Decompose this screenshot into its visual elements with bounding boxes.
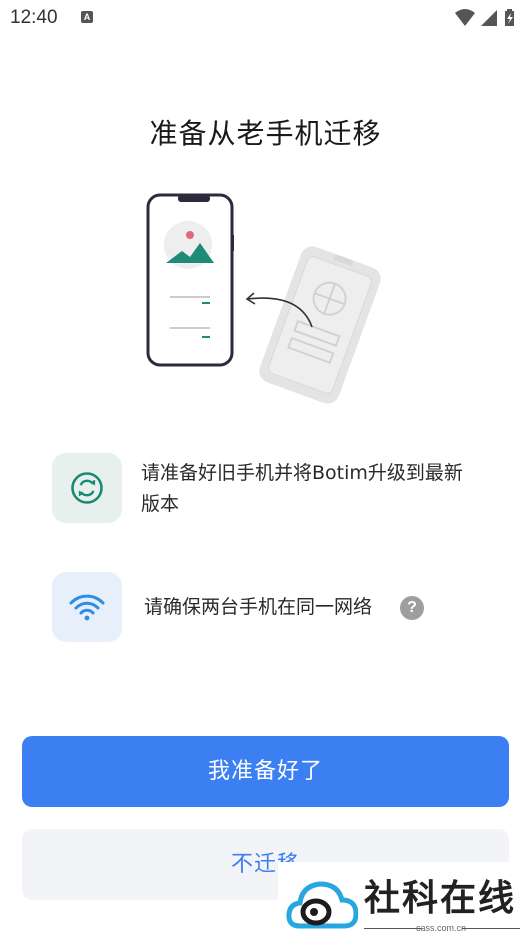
wifi-icon <box>69 594 105 621</box>
sync-icon-box <box>52 453 122 523</box>
watermark: 社科在线 cass.com.cn <box>278 862 531 944</box>
old-phone-icon <box>259 246 381 404</box>
wifi-icon <box>455 9 475 26</box>
watermark-title: 社科在线 <box>364 877 517 919</box>
ready-button[interactable]: 我准备好了 <box>22 736 509 807</box>
cloud-eye-logo-icon <box>286 881 358 929</box>
phone-migration-illustration <box>130 185 400 410</box>
step-same-network: 请确保两台手机在同一网络 ? <box>52 572 492 644</box>
notification-a-icon: A <box>81 11 93 23</box>
step-update-app: 请准备好旧手机并将Botim升级到最新版本 <box>52 453 492 525</box>
status-bar: 12:40 A <box>0 0 531 36</box>
watermark-divider-right <box>462 928 520 929</box>
step-update-app-text: 请准备好旧手机并将Botim升级到最新版本 <box>141 462 463 515</box>
battery-charging-icon <box>505 9 514 26</box>
wifi-icon-box <box>52 572 122 642</box>
step-same-network-text: 请确保两台手机在同一网络 <box>144 596 373 618</box>
status-time: 12:40 <box>10 7 58 28</box>
help-icon[interactable]: ? <box>400 596 424 620</box>
signal-icon <box>481 10 497 26</box>
page-title: 准备从老手机迁移 <box>149 117 382 150</box>
sync-icon <box>71 472 103 504</box>
new-phone-icon <box>146 193 234 367</box>
status-icons <box>453 8 521 28</box>
